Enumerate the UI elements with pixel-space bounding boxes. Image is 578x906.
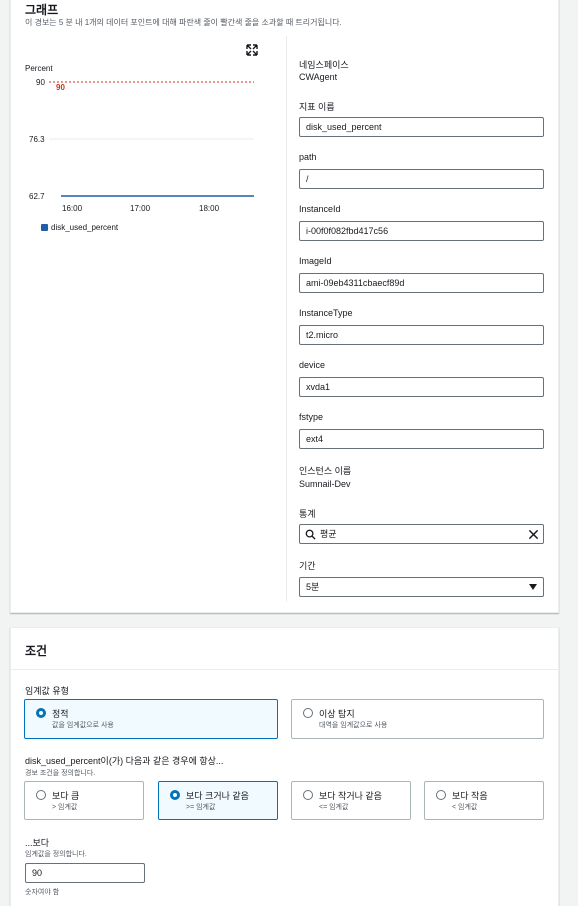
static-description: 값을 임계값으로 사용	[52, 722, 114, 729]
threshold-type-static[interactable]: 정적 값을 임계값으로 사용	[24, 699, 278, 739]
panel-divider	[286, 36, 287, 602]
operator-greater[interactable]: 보다 큼 > 임계값	[24, 781, 144, 820]
statistic-search-input[interactable]: 평균	[299, 524, 544, 544]
device-input[interactable]: xvda1	[299, 377, 544, 397]
instancetype-input[interactable]: t2.micro	[299, 325, 544, 345]
y-tick-label: 62.7	[29, 192, 45, 201]
operator-description: <= 임계값	[319, 804, 349, 811]
whenever-description: 경보 조건을 정의합니다.	[25, 770, 96, 777]
radio-button[interactable]	[36, 790, 46, 800]
expand-icon[interactable]	[246, 44, 258, 56]
metric-name-input[interactable]: disk_used_percent	[299, 117, 544, 137]
graph-title: 그래프	[25, 3, 59, 17]
statistic-value: 평균	[320, 529, 337, 539]
than-description: 임계값을 정의합니다.	[25, 851, 87, 858]
x-tick-label: 18:00	[199, 204, 220, 213]
static-title: 정적	[52, 709, 69, 719]
caret-down-icon	[529, 584, 537, 590]
period-label: 기간	[299, 561, 316, 571]
metric-name-label: 지표 이름	[299, 102, 335, 112]
imageid-input[interactable]: ami-09eb4311cbaecf89d	[299, 273, 544, 293]
operator-title: 보다 작음	[452, 791, 488, 801]
instance-name-label: 인스턴스 이름	[299, 466, 352, 476]
threshold-type-label: 임계값 유형	[25, 686, 69, 696]
operator-description: > 임계값	[52, 804, 78, 811]
operator-title: 보다 크거나 같음	[186, 791, 249, 801]
namespace-label: 네임스페이스	[299, 60, 349, 70]
operator-description: < 임계값	[452, 804, 478, 811]
graph-panel: 그래프 이 경보는 5 분 내 1개의 데이터 포인트에 대해 파란색 줄이 빨…	[10, 0, 559, 613]
radio-button[interactable]	[303, 790, 313, 800]
y-tick-label: 90	[36, 78, 45, 87]
anomaly-description: 대역을 임계값으로 사용	[319, 722, 388, 729]
legend-swatch	[41, 224, 48, 231]
search-icon	[305, 529, 316, 540]
x-tick-label: 16:00	[62, 204, 83, 213]
y-tick-label: 76.3	[29, 135, 45, 144]
operator-lower[interactable]: 보다 작음 < 임계값	[424, 781, 544, 820]
operator-title: 보다 큼	[52, 791, 80, 801]
clear-icon[interactable]	[528, 529, 539, 540]
instance-name-value: Sumnail-Dev	[299, 479, 351, 489]
graph-description: 이 경보는 5 분 내 1개의 데이터 포인트에 대해 파란색 줄이 빨간색 줄…	[25, 18, 342, 27]
legend-label[interactable]: disk_used_percent	[51, 223, 118, 232]
conditions-title: 조건	[25, 644, 48, 658]
instancetype-label: InstanceType	[299, 308, 353, 318]
statistic-label: 통계	[299, 509, 316, 519]
x-tick-label: 17:00	[130, 204, 151, 213]
instanceid-input[interactable]: i-00f0f082fbd417c56	[299, 221, 544, 241]
path-label: path	[299, 152, 317, 162]
radio-button[interactable]	[436, 790, 446, 800]
threshold-type-anomaly[interactable]: 이상 탐지 대역을 임계값으로 사용	[291, 699, 544, 739]
threshold-value-input[interactable]: 90	[25, 863, 145, 883]
radio-button[interactable]	[170, 790, 180, 800]
section-divider	[11, 669, 558, 670]
operator-lower-or-equal[interactable]: 보다 작거나 같음 <= 임계값	[291, 781, 411, 820]
namespace-value: CWAgent	[299, 72, 338, 82]
period-select[interactable]: 5분	[299, 577, 544, 597]
operator-description: >= 임계값	[186, 804, 216, 811]
than-label: ...보다	[25, 838, 50, 848]
fstype-label: fstype	[299, 412, 324, 422]
whenever-label: disk_used_percent이(가) 다음과 같은 경우에 항상...	[25, 756, 224, 766]
imageid-label: ImageId	[299, 256, 332, 266]
threshold-hint: 숫자여야 함	[25, 889, 60, 896]
radio-button[interactable]	[303, 708, 313, 718]
radio-button[interactable]	[36, 708, 46, 718]
path-input[interactable]: /	[299, 169, 544, 189]
operator-title: 보다 작거나 같음	[319, 791, 382, 801]
fstype-input[interactable]: ext4	[299, 429, 544, 449]
anomaly-title: 이상 탐지	[319, 709, 355, 719]
device-label: device	[299, 360, 326, 370]
instanceid-label: InstanceId	[299, 204, 341, 214]
operator-greater-or-equal[interactable]: 보다 크거나 같음 >= 임계값	[158, 781, 278, 820]
period-value: 5분	[306, 582, 320, 592]
conditions-panel: 조건 임계값 유형 정적 값을 임계값으로 사용 이상 탐지 대역을 임계값으로…	[10, 627, 559, 906]
chart-canvas	[49, 81, 254, 197]
threshold-label: 90	[56, 83, 65, 92]
